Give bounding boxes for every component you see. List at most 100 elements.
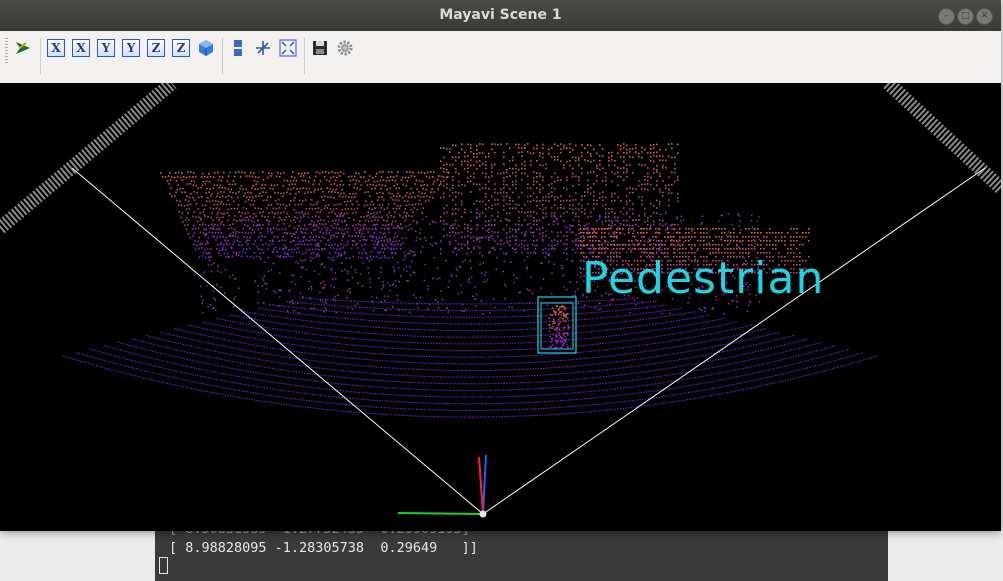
point: [781, 240, 783, 242]
point: [643, 232, 645, 234]
point: [320, 264, 322, 266]
toolbar-grip[interactable]: [5, 38, 8, 64]
point: [569, 204, 571, 206]
point: [524, 248, 526, 250]
point: [509, 147, 511, 150]
axes-indicator-icon[interactable]: [254, 39, 272, 57]
point: [557, 156, 559, 158]
point: [464, 168, 466, 170]
fullscreen-icon[interactable]: [279, 39, 297, 57]
point: [392, 207, 395, 210]
point: [437, 188, 439, 190]
point: [315, 215, 317, 217]
point: [337, 252, 340, 254]
point: [307, 191, 309, 193]
point: [527, 244, 529, 246]
close-button[interactable]: ✕: [976, 8, 993, 25]
title-bar[interactable]: Mayavi Scene 1 – □ ✕: [0, 0, 1001, 31]
maximize-button[interactable]: □: [957, 8, 974, 25]
point: [399, 204, 402, 207]
point: [339, 183, 342, 186]
point: [589, 232, 591, 234]
point: [443, 235, 445, 237]
point: [372, 224, 375, 226]
point: [420, 251, 422, 253]
point: [297, 203, 300, 206]
point: [304, 212, 306, 215]
point: [326, 229, 328, 232]
point: [422, 187, 424, 190]
point: [260, 187, 262, 189]
minimize-button[interactable]: –: [938, 8, 955, 25]
pedestrian-point: [564, 332, 567, 334]
point: [448, 171, 450, 174]
pedestrian-point: [557, 341, 559, 343]
point: [641, 156, 643, 159]
point: [440, 216, 442, 218]
point: [323, 287, 326, 289]
point: [485, 224, 487, 227]
point: [391, 199, 394, 201]
point: [660, 312, 663, 315]
point: [694, 232, 696, 234]
point: [656, 143, 658, 146]
point: [524, 232, 526, 235]
point: [614, 199, 616, 202]
point: [474, 298, 476, 300]
view-y-plus-button[interactable]: Y: [97, 39, 115, 57]
view-y-minus-button[interactable]: Y: [122, 39, 140, 57]
save-icon[interactable]: [311, 39, 329, 57]
pedestrian-point: [560, 306, 563, 308]
parallel-projection-icon[interactable]: [229, 39, 247, 57]
view-z-minus-button[interactable]: Z: [172, 39, 190, 57]
point: [634, 244, 636, 246]
point: [330, 224, 333, 227]
point: [515, 171, 517, 174]
view-z-plus-button[interactable]: Z: [147, 39, 165, 57]
point: [221, 187, 223, 189]
mayavi-logo-icon[interactable]: [14, 39, 32, 57]
toolbar-separator: [40, 38, 41, 74]
point: [500, 243, 502, 246]
point: [217, 192, 219, 195]
point: [341, 188, 343, 191]
point: [207, 305, 210, 308]
point: [246, 255, 249, 258]
view-x-minus-button[interactable]: X: [72, 39, 90, 57]
point: [371, 219, 373, 222]
point: [560, 160, 562, 162]
point: [257, 207, 260, 210]
point: [332, 247, 335, 249]
point: [263, 275, 266, 277]
point: [638, 155, 640, 158]
point: [347, 208, 350, 210]
point: [668, 184, 670, 186]
point: [626, 200, 628, 203]
point: [466, 230, 469, 232]
point: [455, 232, 457, 234]
point: [274, 199, 277, 202]
view-x-plus-button[interactable]: X: [47, 39, 65, 57]
isometric-view-icon[interactable]: [197, 39, 215, 57]
point: [257, 228, 260, 231]
point: [723, 312, 725, 315]
settings-gear-icon[interactable]: [336, 39, 354, 57]
point: [233, 175, 236, 178]
point: [287, 188, 289, 191]
point: [599, 168, 601, 171]
point: [341, 270, 344, 272]
pedestrian-point: [567, 328, 570, 330]
point: [509, 199, 511, 202]
point: [289, 180, 292, 183]
pedestrian-point: [558, 313, 560, 315]
point: [569, 281, 572, 283]
point: [497, 231, 499, 234]
point: [494, 188, 496, 190]
point: [347, 307, 349, 310]
point: [623, 171, 625, 174]
point: [215, 207, 218, 209]
point: [274, 212, 276, 215]
point: [658, 228, 660, 230]
render-scene[interactable]: Pedestrian: [0, 83, 1001, 531]
point: [160, 172, 162, 174]
